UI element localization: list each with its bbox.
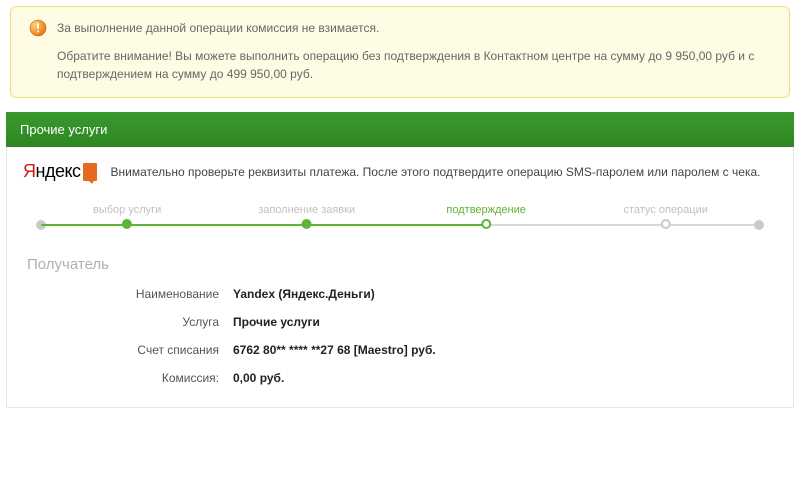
provider-logo: Яндекс — [23, 161, 97, 182]
section-title: Прочие услуги — [20, 122, 107, 137]
notice-text-1: За выполнение данной операции комиссия н… — [57, 19, 379, 37]
logo-black-letters: ндекс — [36, 161, 81, 181]
progress-stepper: выбор услуги заполнение заявки подтвержд… — [41, 204, 759, 232]
instructions-text: Внимательно проверьте реквизиты платежа.… — [111, 161, 761, 181]
payment-card: Яндекс Внимательно проверьте реквизиты п… — [6, 147, 794, 408]
step-dot — [302, 219, 312, 229]
step-confirmation: подтверждение — [446, 204, 525, 230]
field-account: Счет списания 6762 80** **** **27 68 [Ma… — [23, 343, 777, 357]
section-header: Прочие услуги — [6, 112, 794, 147]
yandex-wallet-icon — [83, 163, 97, 181]
field-label: Счет списания — [23, 343, 233, 357]
recipient-heading: Получатель — [27, 256, 777, 273]
info-notice: За выполнение данной операции комиссия н… — [10, 6, 790, 98]
field-service: Услуга Прочие услуги — [23, 315, 777, 329]
field-label: Услуга — [23, 315, 233, 329]
notice-text-2: Обратите внимание! Вы можете выполнить о… — [57, 47, 771, 83]
step-label: заполнение заявки — [258, 204, 355, 220]
step-dot — [481, 219, 491, 229]
info-icon — [29, 19, 47, 37]
notice-line-1: За выполнение данной операции комиссия н… — [29, 19, 771, 37]
field-value: 6762 80** **** **27 68 [Maestro] руб. — [233, 343, 436, 357]
step-dot — [122, 219, 132, 229]
logo-red-letter: Я — [23, 161, 36, 181]
step-status: статус операции — [623, 204, 707, 230]
step-label: подтверждение — [446, 204, 525, 220]
field-value: 0,00 руб. — [233, 371, 284, 385]
field-value: Yandex (Яндекс.Деньги) — [233, 287, 375, 301]
field-name: Наименование Yandex (Яндекс.Деньги) — [23, 287, 777, 301]
field-label: Наименование — [23, 287, 233, 301]
step-dot — [661, 219, 671, 229]
field-label: Комиссия: — [23, 371, 233, 385]
stepper-end-dot — [754, 220, 764, 230]
field-fee: Комиссия: 0,00 руб. — [23, 371, 777, 385]
field-value: Прочие услуги — [233, 315, 320, 329]
step-label: выбор услуги — [93, 204, 161, 220]
card-top: Яндекс Внимательно проверьте реквизиты п… — [23, 161, 777, 182]
step-fill-form: заполнение заявки — [258, 204, 355, 230]
step-select-service: выбор услуги — [93, 204, 161, 230]
step-label: статус операции — [623, 204, 707, 220]
